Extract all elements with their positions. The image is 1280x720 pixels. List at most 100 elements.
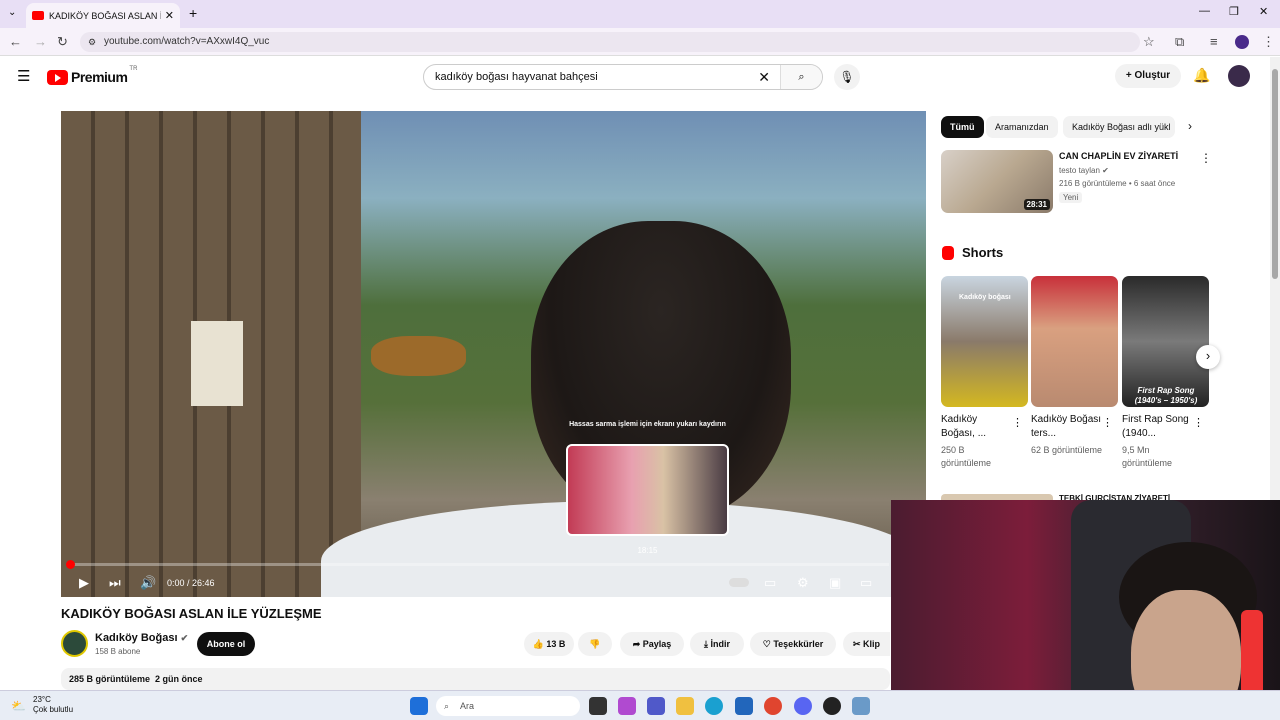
- youtube-logo[interactable]: Premium TR: [47, 66, 137, 85]
- recommended-thumbnail[interactable]: 28:31: [941, 150, 1053, 213]
- file-explorer-icon[interactable]: [676, 697, 694, 715]
- weather-temp: 23°C: [33, 695, 51, 704]
- dislike-button[interactable]: 👎: [578, 632, 612, 656]
- short-title[interactable]: Kadıköy Boğası, ...: [941, 413, 1013, 441]
- forward-icon[interactable]: →: [34, 34, 47, 49]
- windows-start-icon[interactable]: [410, 697, 428, 715]
- mic-icon[interactable]: 🎙: [834, 64, 860, 90]
- scrollbar-thumb[interactable]: [1272, 69, 1278, 279]
- discord-icon[interactable]: [794, 697, 812, 715]
- play-icon[interactable]: ▶: [79, 575, 89, 591]
- chip-channel-uploads[interactable]: Kadıköy Boğası adlı yükl: [1063, 116, 1175, 138]
- reload-icon[interactable]: ↻: [57, 34, 68, 50]
- back-icon[interactable]: ←: [9, 34, 22, 49]
- steam-icon[interactable]: [823, 697, 841, 715]
- download-label: İndir: [710, 639, 730, 649]
- notifications-bell-icon[interactable]: 🔔: [1193, 67, 1210, 84]
- store-icon[interactable]: [735, 697, 753, 715]
- search-input[interactable]: kadıköy boğası hayvanat bahçesi ✕ ⌕: [423, 64, 823, 90]
- settings-app-icon[interactable]: [852, 697, 870, 715]
- browser-tab-bar: ⌄ KADIKÖY BOĞASI ASLAN İLE YÜ ✕ + — ❐ ✕: [0, 0, 1280, 28]
- clip-button[interactable]: ✂ Klip: [843, 632, 890, 656]
- bookmark-star-icon[interactable]: ☆: [1143, 34, 1155, 50]
- media-icon[interactable]: ≡: [1210, 34, 1218, 49]
- channel-avatar[interactable]: [61, 630, 88, 657]
- short-thumbnail-1[interactable]: Kadıköy boğası: [941, 276, 1028, 407]
- chrome-icon[interactable]: [764, 697, 782, 715]
- share-button[interactable]: ➦ Paylaş: [620, 632, 684, 656]
- tab-list-icon[interactable]: ⌄: [8, 7, 16, 18]
- restore-icon[interactable]: ❐: [1229, 5, 1239, 18]
- theater-mode-icon[interactable]: ▭: [860, 575, 872, 591]
- progress-bar[interactable]: [66, 560, 889, 569]
- site-info-icon[interactable]: ⚙: [88, 32, 96, 52]
- more-options-icon[interactable]: ⋮: [1200, 151, 1212, 165]
- hamburger-menu-icon[interactable]: ☰: [17, 67, 30, 85]
- tab-title: KADIKÖY BOĞASI ASLAN İLE YÜ: [49, 10, 161, 21]
- taskbar-search-placeholder: Ara: [460, 701, 475, 711]
- search-icon: ⌕: [798, 71, 805, 83]
- miniplayer-icon[interactable]: ▣: [829, 575, 841, 591]
- shorts-heading-text: Shorts: [962, 245, 1004, 260]
- new-tab-button[interactable]: +: [189, 5, 197, 21]
- video-player[interactable]: Hassas sarma işlemi için ekranı yukarı k…: [61, 111, 926, 597]
- minimize-icon[interactable]: —: [1199, 5, 1210, 17]
- browser-menu-icon[interactable]: ⋮: [1262, 34, 1275, 50]
- copilot-icon[interactable]: [618, 697, 636, 715]
- progress-scrubber[interactable]: [66, 560, 75, 569]
- chips-next-icon[interactable]: ›: [1188, 119, 1192, 133]
- short-overlay-text: Kadıköy boğası: [959, 294, 1011, 301]
- taskbar-search[interactable]: ⌕ Ara: [436, 696, 580, 716]
- like-button[interactable]: 👍 13 B: [524, 632, 574, 656]
- chip-from-search[interactable]: Aramanızdan: [986, 116, 1058, 138]
- url-field[interactable]: ⚙ youtube.com/watch?v=AXxwI4Q_vuc: [80, 32, 1140, 52]
- more-options-icon[interactable]: ⋮: [1102, 416, 1113, 429]
- tab-close-icon[interactable]: ✕: [165, 9, 174, 22]
- short-views: 62 B görüntüleme: [1031, 445, 1103, 455]
- page-scrollbar[interactable]: [1270, 57, 1280, 500]
- subscribe-button[interactable]: Abone ol: [197, 632, 255, 656]
- download-button[interactable]: ⤓ İndir: [690, 632, 744, 656]
- profile-avatar[interactable]: [1235, 35, 1249, 49]
- next-icon[interactable]: ⏭: [109, 575, 121, 591]
- thanks-icon: ♡: [762, 639, 774, 649]
- recommended-channel[interactable]: testo taylan ✔: [1059, 166, 1109, 175]
- weather-widget[interactable]: 23°C Çok bulutlu: [33, 695, 73, 715]
- channel-name[interactable]: Kadıköy Boğası ✔: [95, 632, 188, 644]
- more-options-icon[interactable]: ⋮: [1193, 416, 1204, 429]
- edge-icon[interactable]: [705, 697, 723, 715]
- short-thumbnail-3[interactable]: First Rap Song (1940's – 1950's): [1122, 276, 1209, 407]
- thanks-button[interactable]: ♡ Teşekkürler: [750, 632, 836, 656]
- like-count: 13 B: [546, 639, 566, 649]
- short-thumbnail-2[interactable]: [1031, 276, 1118, 407]
- logo-text: Premium: [71, 69, 128, 85]
- scissors-icon: ✂: [852, 639, 864, 649]
- more-options-icon[interactable]: ⋮: [1012, 416, 1023, 429]
- extensions-icon[interactable]: ⧉: [1175, 34, 1184, 50]
- thumbs-up-icon: 👍: [532, 639, 547, 649]
- teams-icon[interactable]: [647, 697, 665, 715]
- subtitles-icon[interactable]: ▭: [764, 575, 776, 591]
- settings-gear-icon[interactable]: ⚙: [797, 575, 809, 591]
- short-overlay-text: First Rap Song (1940's – 1950's): [1134, 386, 1198, 405]
- search-value: kadıköy boğası hayvanat bahçesi: [435, 71, 598, 83]
- chip-all[interactable]: Tümü: [941, 116, 984, 138]
- short-title[interactable]: Kadıköy Boğası ters...: [1031, 413, 1103, 441]
- create-button[interactable]: + Oluştur: [1115, 64, 1181, 88]
- task-view-icon[interactable]: [589, 697, 607, 715]
- volume-icon[interactable]: 🔊: [140, 575, 156, 591]
- recommended-title[interactable]: CAN CHAPLİN EV ZİYARETİ: [1059, 151, 1178, 161]
- description-box[interactable]: 285 B görüntüleme 2 gün önce: [61, 668, 890, 690]
- search-button[interactable]: ⌕: [780, 65, 822, 89]
- close-window-icon[interactable]: ✕: [1259, 5, 1268, 18]
- verified-icon: ✔: [1102, 166, 1109, 175]
- seek-preview-time: 18:15: [637, 546, 658, 555]
- browser-tab[interactable]: KADIKÖY BOĞASI ASLAN İLE YÜ ✕: [26, 3, 180, 28]
- autoplay-toggle[interactable]: [729, 578, 749, 587]
- webcam-overlay: [891, 500, 1280, 720]
- user-avatar[interactable]: [1228, 65, 1250, 87]
- video-frame-sign: [191, 321, 243, 406]
- shorts-next-button[interactable]: ›: [1196, 345, 1220, 369]
- clear-search-icon[interactable]: ✕: [758, 65, 770, 89]
- short-title[interactable]: First Rap Song (1940...: [1122, 413, 1194, 441]
